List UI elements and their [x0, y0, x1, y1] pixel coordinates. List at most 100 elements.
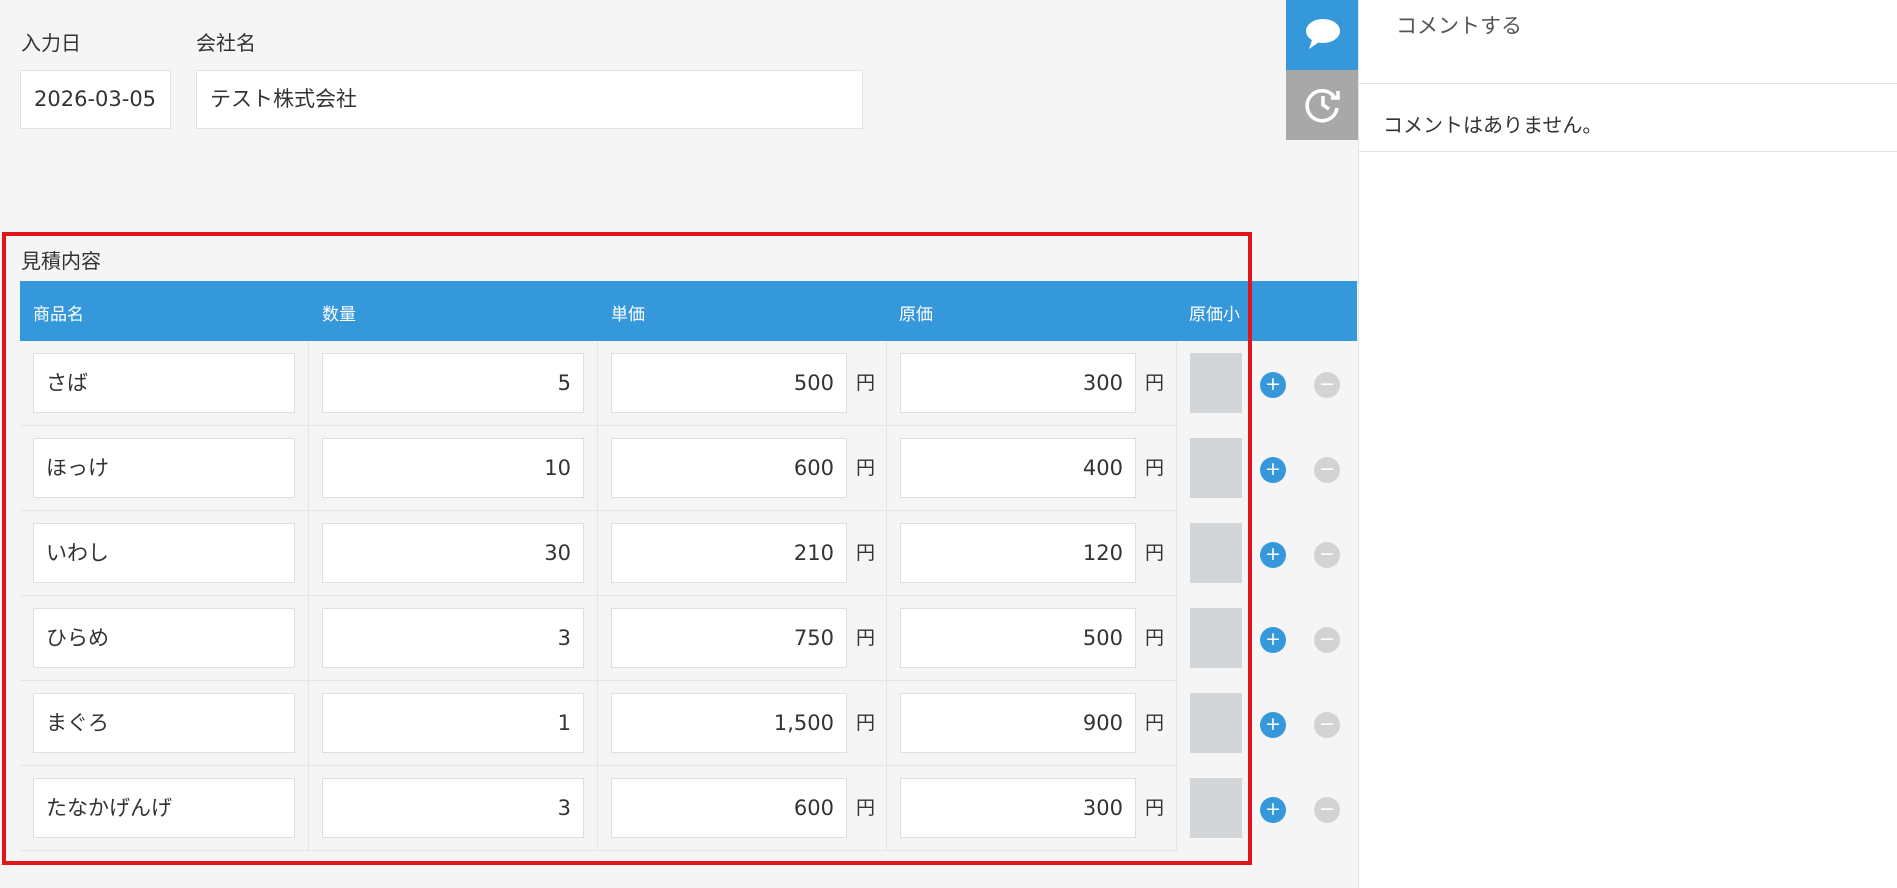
table-header: 商品名 数量 単価 原価 原価小 [20, 281, 1357, 341]
remove-row-button[interactable]: − [1314, 712, 1340, 738]
quantity-input[interactable]: 3 [322, 778, 584, 838]
unit-price-input[interactable]: 500 [611, 353, 847, 413]
quantity-cell: 3 [309, 596, 598, 681]
unit-price-input[interactable]: 600 [611, 778, 847, 838]
unit-price-cell: 750 円 [598, 596, 887, 681]
currency-label: 円 [856, 627, 876, 649]
cost-input[interactable]: 300 [900, 353, 1136, 413]
company-field-label: 会社名 [196, 31, 256, 55]
unit-price-cell: 210 円 [598, 511, 887, 596]
comment-toggle-button[interactable] [1286, 0, 1359, 70]
cost-subtotal-field [1190, 608, 1242, 668]
cost-input[interactable]: 400 [900, 438, 1136, 498]
quantity-cell: 10 [309, 426, 598, 511]
add-row-button[interactable]: + [1260, 627, 1286, 653]
currency-label: 円 [1145, 457, 1165, 479]
quantity-input[interactable]: 1 [322, 693, 584, 753]
currency-label: 円 [856, 797, 876, 819]
column-header-unit-price: 単価 [611, 305, 645, 325]
product-name-input[interactable]: ほっけ [33, 438, 295, 498]
currency-label: 円 [856, 372, 876, 394]
add-row-button[interactable]: + [1260, 797, 1286, 823]
unit-price-cell: 500 円 [598, 341, 887, 426]
cost-subtotal-field [1190, 438, 1242, 498]
currency-label: 円 [856, 712, 876, 734]
unit-price-cell: 600 円 [598, 426, 887, 511]
cost-subtotal-field [1190, 353, 1242, 413]
add-row-button[interactable]: + [1260, 457, 1286, 483]
quote-section-label: 見積内容 [21, 249, 101, 273]
cost-cell: 300 円 [887, 766, 1177, 851]
clock-refresh-icon [1305, 89, 1340, 123]
unit-price-input[interactable]: 210 [611, 523, 847, 583]
quantity-cell: 1 [309, 681, 598, 766]
table-row: さば 5 500 円 300 円 + − [20, 341, 1357, 426]
add-row-button[interactable]: + [1260, 542, 1286, 568]
currency-label: 円 [1145, 627, 1165, 649]
unit-price-input[interactable]: 1,500 [611, 693, 847, 753]
quantity-cell: 30 [309, 511, 598, 596]
product-name-input[interactable]: いわし [33, 523, 295, 583]
table-row: いわし 30 210 円 120 円 + − [20, 511, 1357, 596]
cost-cell: 500 円 [887, 596, 1177, 681]
cost-subtotal-field [1190, 693, 1242, 753]
product-cell: いわし [20, 511, 309, 596]
product-cell: まぐろ [20, 681, 309, 766]
cost-cell: 400 円 [887, 426, 1177, 511]
product-cell: ひらめ [20, 596, 309, 681]
unit-price-cell: 600 円 [598, 766, 887, 851]
currency-label: 円 [1145, 542, 1165, 564]
quantity-input[interactable]: 10 [322, 438, 584, 498]
history-toggle-button[interactable] [1286, 70, 1359, 140]
column-header-cost-subtotal: 原価小 [1189, 305, 1240, 325]
table-row: まぐろ 1 1,500 円 900 円 + − [20, 681, 1357, 766]
unit-price-input[interactable]: 750 [611, 608, 847, 668]
product-cell: ほっけ [20, 426, 309, 511]
table-row: ひらめ 3 750 円 500 円 + − [20, 596, 1357, 681]
column-header-quantity: 数量 [322, 305, 356, 325]
currency-label: 円 [856, 457, 876, 479]
date-field-label: 入力日 [21, 31, 81, 55]
currency-label: 円 [1145, 372, 1165, 394]
table-row: たなかげんげ 3 600 円 300 円 + − [20, 766, 1357, 851]
remove-row-button[interactable]: − [1314, 372, 1340, 398]
cost-input[interactable]: 300 [900, 778, 1136, 838]
cost-subtotal-field [1190, 778, 1242, 838]
quantity-input[interactable]: 3 [322, 608, 584, 668]
unit-price-cell: 1,500 円 [598, 681, 887, 766]
unit-price-input[interactable]: 600 [611, 438, 847, 498]
currency-label: 円 [856, 542, 876, 564]
table-row: ほっけ 10 600 円 400 円 + − [20, 426, 1357, 511]
comment-input[interactable]: コメントする [1359, 0, 1897, 84]
cost-input[interactable]: 500 [900, 608, 1136, 668]
cost-cell: 900 円 [887, 681, 1177, 766]
remove-row-button[interactable]: − [1314, 457, 1340, 483]
cost-cell: 120 円 [887, 511, 1177, 596]
product-cell: さば [20, 341, 309, 426]
quantity-input[interactable]: 5 [322, 353, 584, 413]
remove-row-button[interactable]: − [1314, 797, 1340, 823]
add-row-button[interactable]: + [1260, 372, 1286, 398]
remove-row-button[interactable]: − [1314, 542, 1340, 568]
currency-label: 円 [1145, 712, 1165, 734]
quantity-cell: 3 [309, 766, 598, 851]
remove-row-button[interactable]: − [1314, 627, 1340, 653]
quantity-cell: 5 [309, 341, 598, 426]
product-cell: たなかげんげ [20, 766, 309, 851]
add-row-button[interactable]: + [1260, 712, 1286, 738]
cost-input[interactable]: 120 [900, 523, 1136, 583]
cost-cell: 300 円 [887, 341, 1177, 426]
column-header-product: 商品名 [33, 305, 84, 325]
date-field[interactable]: 2026-03-05 [20, 70, 171, 129]
speech-bubble-icon [1306, 19, 1340, 49]
product-name-input[interactable]: ひらめ [33, 608, 295, 668]
company-field[interactable]: テスト株式会社 [196, 70, 863, 129]
column-header-cost: 原価 [899, 305, 933, 325]
product-name-input[interactable]: まぐろ [33, 693, 295, 753]
quantity-input[interactable]: 30 [322, 523, 584, 583]
currency-label: 円 [1145, 797, 1165, 819]
comment-panel: コメントする コメントはありません。 [1358, 0, 1897, 888]
product-name-input[interactable]: さば [33, 353, 295, 413]
cost-input[interactable]: 900 [900, 693, 1136, 753]
product-name-input[interactable]: たなかげんげ [33, 778, 295, 838]
